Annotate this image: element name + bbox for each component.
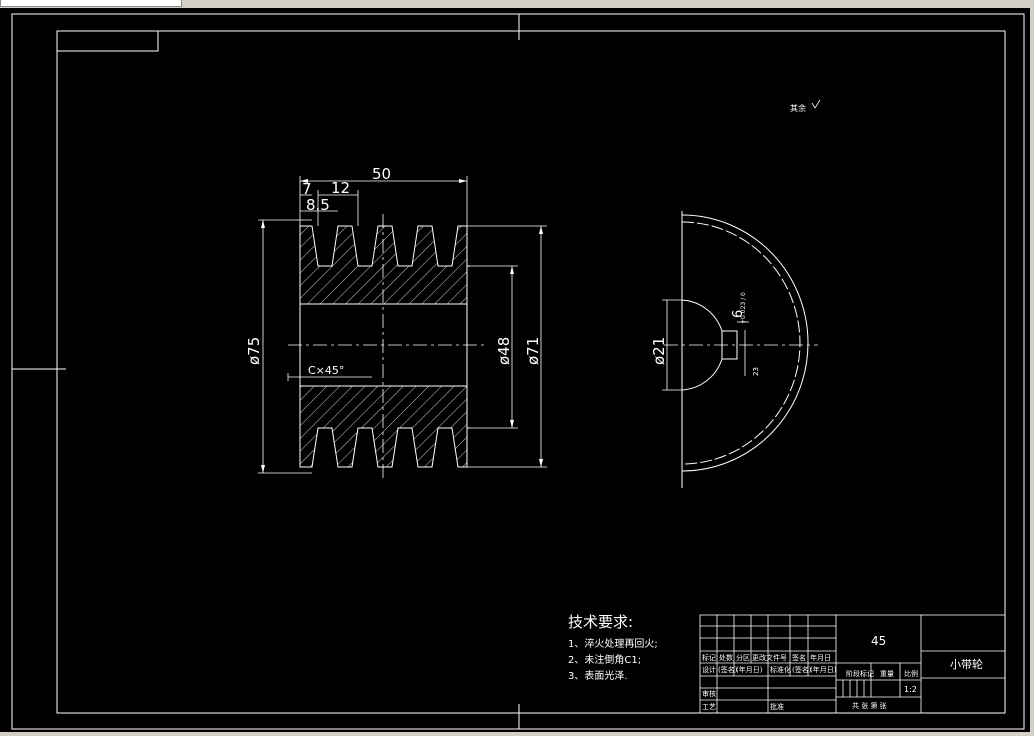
window-top-bar — [0, 0, 1034, 8]
cell-process: 工艺 — [702, 703, 716, 711]
cell-design-sign: (签名) — [718, 665, 738, 674]
section-hatch-top — [299, 225, 468, 305]
cell-stage-mark: 阶段标记 — [846, 669, 874, 678]
window-tab[interactable] — [0, 0, 182, 7]
dim-key-width: 6 — [731, 310, 746, 318]
cell-sign: 签名 — [792, 653, 806, 662]
dim-chamfer: C×45° — [308, 364, 344, 377]
drawing-canvas[interactable]: 50 12 7 8.5 ø75 ø48 ø71 C×45° ø21 +0.023… — [0, 8, 1030, 732]
dim-key-depth: 23 — [752, 367, 760, 376]
cell-count: 处数 — [719, 653, 733, 662]
cell-weight: 重量 — [880, 670, 894, 678]
title-part-name: 小带轮 — [950, 657, 983, 671]
title-row-1: 标记 处数 分区 更改文件号 签名 年月日 — [702, 653, 831, 662]
title-scale: 1:2 — [904, 685, 917, 694]
section-hatch-bottom — [299, 385, 468, 468]
cell-change-doc: 更改文件号 — [752, 653, 787, 662]
title-row-2: 设计 (签名) (年月日) 标准化 (签名) (年月日) — [702, 665, 837, 674]
cell-approve: 批准 — [770, 702, 784, 711]
dim-dia-pitch: ø71 — [524, 337, 542, 365]
cell-review: 审核 — [702, 689, 716, 698]
dim-dia-outer: ø75 — [245, 337, 263, 365]
cell-design-date: (年月日) — [736, 665, 763, 674]
dim-dia-bore: ø48 — [495, 337, 513, 365]
window-right-scrollbar[interactable] — [1030, 8, 1034, 736]
tech-req-item-2: 2、未注倒角C1; — [568, 653, 641, 666]
dim-groove-top: 8.5 — [306, 196, 330, 214]
cell-standard: 标准化 — [770, 665, 791, 674]
dim-pitch: 12 — [331, 179, 350, 197]
title-stage-labels: 阶段标记 重量 比例 — [846, 669, 918, 678]
cell-standard-sign: (签名) — [792, 665, 812, 674]
cell-standard-date: (年月日) — [810, 665, 837, 674]
cell-ratio: 比例 — [904, 669, 918, 678]
roughness-symbol — [811, 99, 821, 109]
cell-zone: 分区 — [736, 653, 750, 662]
roughness-note: 其余 — [790, 103, 806, 113]
cell-mark: 标记 — [702, 653, 716, 662]
cell-design: 设计 — [702, 665, 716, 674]
tech-req-title: 技术要求: — [568, 613, 633, 631]
dim-width-overall: 50 — [372, 165, 391, 183]
cell-sheets: 共 张 第 张 — [852, 701, 887, 710]
tech-req-item-1: 1、淬火处理再回火; — [568, 637, 658, 650]
window-bottom-bar — [0, 732, 1034, 736]
pulley-section-view — [288, 214, 484, 480]
title-material: 45 — [871, 634, 886, 648]
sheet-frame — [11, 13, 1025, 730]
dim-key-tol: +0.023 / 0 — [740, 292, 747, 324]
dim-side-dia: ø21 — [650, 337, 668, 365]
tech-req-item-3: 3、表面光泽. — [568, 669, 628, 682]
cell-date: 年月日 — [810, 653, 831, 662]
